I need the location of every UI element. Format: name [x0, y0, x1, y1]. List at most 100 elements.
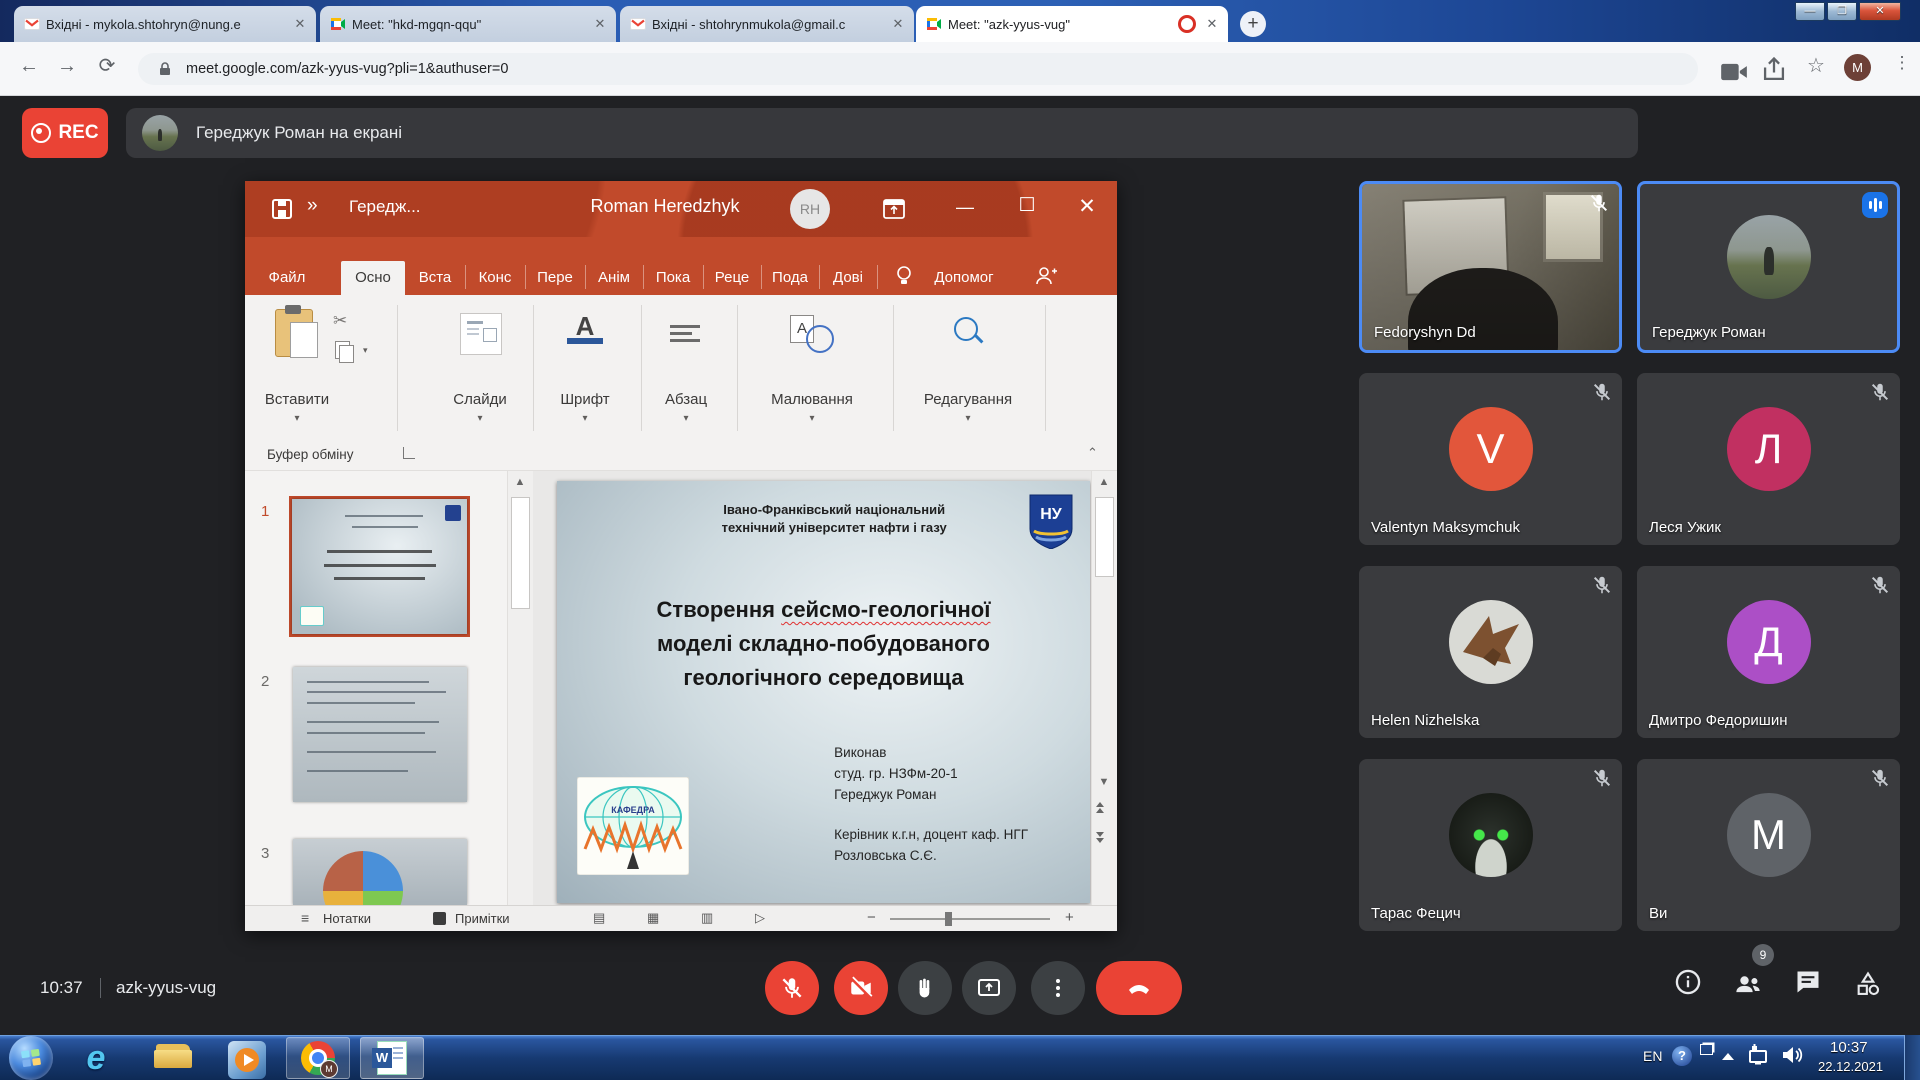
zoom-out-icon[interactable]: − [867, 909, 876, 926]
address-bar[interactable]: meet.google.com/azk-yyus-vug?pli=1&authu… [138, 53, 1698, 85]
chrome-menu-icon[interactable]: ⋮ [1888, 53, 1916, 81]
ribbon-tab-transitions[interactable]: Пере [527, 261, 583, 295]
share-icon[interactable] [1760, 56, 1788, 84]
zoom-in-icon[interactable]: + [1065, 909, 1074, 926]
window-minimize-button[interactable]: — [1795, 2, 1825, 21]
meeting-details-button[interactable] [1674, 968, 1702, 1001]
scroll-up-icon[interactable]: ▲ [1092, 471, 1116, 493]
profile-avatar[interactable]: M [1844, 54, 1871, 81]
browser-tab-2[interactable]: Meet: "hkd-mgqn-qqu" ✕ [320, 6, 616, 42]
thumbnail-scrollbar[interactable]: ▲ [507, 471, 533, 905]
ribbon-tab-home[interactable]: Осно [341, 261, 405, 295]
scroll-down-icon[interactable]: ▼ [1092, 771, 1116, 793]
slide-thumbnail-3[interactable] [293, 839, 467, 905]
font-icon[interactable]: А [567, 311, 603, 351]
tray-clock-time[interactable]: 10:37 [1830, 1039, 1868, 1056]
drawing-icon[interactable]: А [790, 313, 834, 357]
help-tray-icon[interactable]: ? [1672, 1046, 1692, 1066]
back-icon[interactable]: ← [14, 51, 44, 81]
dialog-launcher-icon[interactable] [403, 447, 415, 459]
show-desktop-button[interactable] [1904, 1035, 1920, 1080]
tab-close-icon[interactable]: ✕ [890, 16, 906, 32]
participant-tile-self[interactable]: М Ви [1637, 759, 1900, 931]
media-player-icon[interactable] [228, 1041, 266, 1079]
participant-tile[interactable]: Д Дмитро Федоришин [1637, 566, 1900, 738]
slide-thumbnail-2[interactable] [293, 667, 467, 802]
camera-toggle-button[interactable] [834, 961, 888, 1015]
quick-access-more-icon[interactable]: » [307, 195, 318, 217]
file-explorer-icon[interactable] [154, 1044, 192, 1068]
chat-button[interactable] [1794, 968, 1822, 1001]
previous-slide-button[interactable] [1096, 801, 1104, 814]
internet-explorer-icon[interactable]: e [78, 1040, 114, 1076]
ribbon-tab-review[interactable]: Реце [705, 261, 759, 295]
zoom-slider-track[interactable] [890, 918, 1050, 920]
zoom-slider-handle[interactable] [945, 912, 952, 926]
participant-tile[interactable]: Тарас Фецич [1359, 759, 1622, 931]
collapse-ribbon-icon[interactable]: ⌃ [1087, 445, 1098, 461]
participant-tile[interactable]: Гереджук Роман [1637, 181, 1900, 353]
reload-icon[interactable]: ⟳ [92, 51, 122, 81]
start-button[interactable] [9, 1036, 53, 1080]
language-indicator[interactable]: EN [1643, 1048, 1662, 1064]
participant-tile[interactable]: V Valentyn Maksymchuk [1359, 373, 1622, 545]
participant-tile-video[interactable]: Fedoryshyn Dd [1359, 181, 1622, 353]
volume-tray-icon[interactable] [1780, 1044, 1804, 1066]
browser-tab-4-active[interactable]: Meet: "azk-yyus-vug" ✕ [916, 6, 1228, 42]
share-person-icon[interactable] [1035, 265, 1057, 287]
chrome-taskbar-button[interactable]: M [286, 1037, 350, 1079]
ppt-maximize-button[interactable]: ☐ [1007, 194, 1047, 217]
paragraph-dropdown-icon[interactable]: ▾ [626, 413, 746, 424]
scrollbar-thumb[interactable] [511, 497, 530, 609]
tab-close-icon[interactable]: ✕ [1204, 16, 1220, 32]
activities-button[interactable] [1854, 970, 1882, 1003]
paste-clipboard-icon[interactable] [275, 309, 313, 357]
next-slide-button[interactable] [1096, 831, 1104, 844]
editing-dropdown-icon[interactable]: ▾ [908, 413, 1028, 424]
ppt-minimize-button[interactable]: — [945, 197, 985, 218]
scroll-up-icon[interactable]: ▲ [508, 471, 532, 493]
bookmark-star-icon[interactable]: ☆ [1802, 53, 1830, 81]
slide-sorter-icon[interactable]: ▦ [647, 910, 659, 926]
slide-scrollbar[interactable]: ▲ ▼ [1091, 471, 1117, 905]
more-options-button[interactable] [1031, 961, 1085, 1015]
ribbon-tab-file[interactable]: Файл [255, 261, 319, 295]
raise-hand-button[interactable] [898, 961, 952, 1015]
notes-button[interactable]: Нотатки [323, 911, 371, 926]
participant-tile[interactable]: Helen Nizhelska [1359, 566, 1622, 738]
normal-view-icon[interactable]: ▤ [593, 910, 605, 926]
present-screen-button[interactable] [962, 961, 1016, 1015]
end-call-button[interactable] [1096, 961, 1182, 1015]
forward-icon[interactable]: → [52, 51, 82, 81]
camera-capture-icon[interactable] [1720, 58, 1748, 86]
tray-clock-date[interactable]: 22.12.2021 [1818, 1059, 1883, 1074]
new-slide-icon[interactable] [460, 313, 502, 355]
ribbon-tab-tellme[interactable]: Допомог [921, 261, 1007, 295]
ribbon-tab-insert[interactable]: Вста [407, 261, 463, 295]
comments-button[interactable]: Примітки [455, 911, 510, 926]
new-tab-button[interactable]: + [1240, 11, 1266, 37]
participant-tile[interactable]: Л Леся Ужик [1637, 373, 1900, 545]
ribbon-tab-animations[interactable]: Анім [587, 261, 641, 295]
window-close-button[interactable]: ✕ [1859, 2, 1901, 21]
scrollbar-thumb[interactable] [1095, 497, 1114, 577]
copy-dropdown-icon[interactable]: ▾ [363, 345, 368, 356]
lightbulb-icon[interactable] [895, 265, 913, 287]
word-taskbar-button[interactable]: W [360, 1037, 424, 1079]
participants-button[interactable] [1734, 970, 1762, 1003]
slide-canvas[interactable]: Івано-Франківський національнийтехнічний… [557, 481, 1090, 903]
browser-tab-3[interactable]: Вхідні - shtohrynmukola@gmail.c ✕ [620, 6, 914, 42]
window-restore-button[interactable]: ❐ [1827, 2, 1857, 21]
drawing-dropdown-icon[interactable]: ▾ [752, 413, 872, 424]
paste-dropdown-icon[interactable]: ▾ [245, 413, 357, 424]
cut-scissors-icon[interactable]: ✂ [333, 311, 347, 331]
ribbon-tab-help[interactable]: Дові [821, 261, 875, 295]
tab-close-icon[interactable]: ✕ [592, 16, 608, 32]
paragraph-group-label[interactable]: Абзац [626, 391, 746, 408]
tab-close-icon[interactable]: ✕ [292, 16, 308, 32]
slides-group-label[interactable]: Слайди [420, 391, 540, 408]
slideshow-icon[interactable]: ▷ [755, 910, 765, 926]
ribbon-display-options-icon[interactable] [883, 199, 905, 219]
editing-find-icon[interactable] [950, 313, 990, 353]
reading-view-icon[interactable]: ▥ [701, 910, 713, 926]
